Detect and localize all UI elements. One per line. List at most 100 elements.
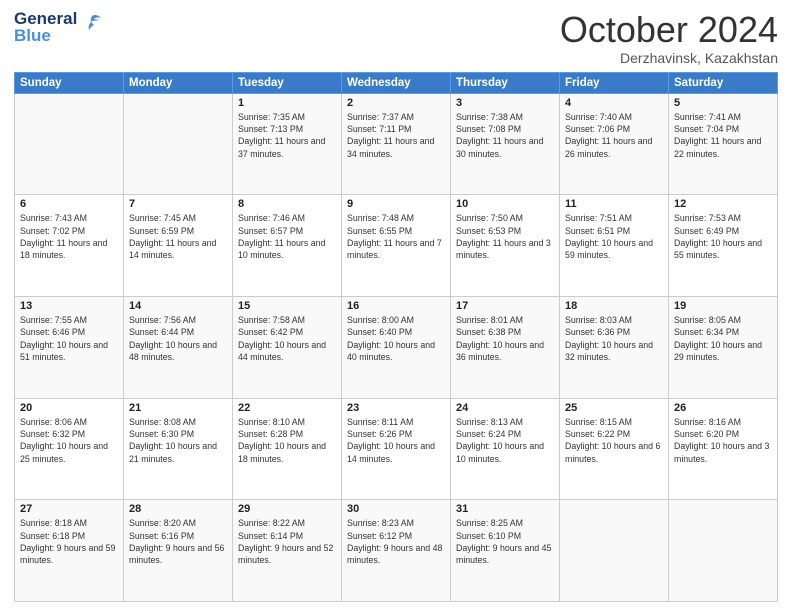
- day-info: Sunrise: 7:45 AM Sunset: 6:59 PM Dayligh…: [129, 212, 227, 261]
- page-container: General Blue October 2024 Derzhavinsk, K…: [0, 0, 792, 612]
- calendar-cell: 24 Sunrise: 8:13 AM Sunset: 6:24 PM Dayli…: [451, 398, 560, 500]
- calendar-cell: 17 Sunrise: 8:01 AM Sunset: 6:38 PM Dayli…: [451, 296, 560, 398]
- day-number: 1: [238, 97, 336, 109]
- calendar-cell: 10 Sunrise: 7:50 AM Sunset: 6:53 PM Dayli…: [451, 195, 560, 297]
- day-info: Sunrise: 8:22 AM Sunset: 6:14 PM Dayligh…: [238, 517, 336, 566]
- calendar-cell: 6Sunrise: 7:43 AM Sunset: 7:02 PM Daylig…: [15, 195, 124, 297]
- week-row-3: 13Sunrise: 7:55 AM Sunset: 6:46 PM Dayli…: [15, 296, 778, 398]
- day-number: 7: [129, 198, 227, 210]
- calendar-cell: 4 Sunrise: 7:40 AM Sunset: 7:06 PM Daylig…: [560, 93, 669, 195]
- calendar-cell: [560, 500, 669, 602]
- calendar-cell: 5Sunrise: 7:41 AM Sunset: 7:04 PM Daylig…: [669, 93, 778, 195]
- day-info: Sunrise: 8:23 AM Sunset: 6:12 PM Dayligh…: [347, 517, 445, 566]
- day-number: 12: [674, 198, 772, 210]
- day-info: Sunrise: 7:35 AM Sunset: 7:13 PM Dayligh…: [238, 111, 336, 160]
- logo-bird-icon: [81, 12, 103, 39]
- calendar-cell: 19 Sunrise: 8:05 AM Sunset: 6:34 PM Dayli…: [669, 296, 778, 398]
- calendar-table: SundayMondayTuesdayWednesdayThursdayFrid…: [14, 72, 778, 602]
- day-number: 8: [238, 198, 336, 210]
- day-number: 28: [129, 503, 227, 515]
- calendar-cell: 30 Sunrise: 8:23 AM Sunset: 6:12 PM Dayli…: [342, 500, 451, 602]
- day-info: Sunrise: 8:01 AM Sunset: 6:38 PM Dayligh…: [456, 314, 554, 363]
- day-info: Sunrise: 8:06 AM Sunset: 6:32 PM Dayligh…: [20, 416, 118, 465]
- day-info: Sunrise: 7:41 AM Sunset: 7:04 PM Dayligh…: [674, 111, 772, 160]
- day-number: 17: [456, 300, 554, 312]
- day-number: 6: [20, 198, 118, 210]
- weekday-header-saturday: Saturday: [669, 72, 778, 93]
- day-info: Sunrise: 7:40 AM Sunset: 7:06 PM Dayligh…: [565, 111, 663, 160]
- weekday-header-sunday: Sunday: [15, 72, 124, 93]
- day-number: 23: [347, 402, 445, 414]
- logo-blue: Blue: [14, 27, 77, 44]
- day-number: 24: [456, 402, 554, 414]
- calendar-cell: 16 Sunrise: 8:00 AM Sunset: 6:40 PM Dayli…: [342, 296, 451, 398]
- day-info: Sunrise: 7:46 AM Sunset: 6:57 PM Dayligh…: [238, 212, 336, 261]
- day-number: 2: [347, 97, 445, 109]
- week-row-2: 6Sunrise: 7:43 AM Sunset: 7:02 PM Daylig…: [15, 195, 778, 297]
- month-title: October 2024: [560, 10, 778, 50]
- day-number: 16: [347, 300, 445, 312]
- day-info: Sunrise: 7:56 AM Sunset: 6:44 PM Dayligh…: [129, 314, 227, 363]
- day-number: 21: [129, 402, 227, 414]
- header: General Blue October 2024 Derzhavinsk, K…: [14, 10, 778, 66]
- title-block: October 2024 Derzhavinsk, Kazakhstan: [560, 10, 778, 66]
- calendar-cell: 21 Sunrise: 8:08 AM Sunset: 6:30 PM Dayli…: [124, 398, 233, 500]
- week-row-1: 1 Sunrise: 7:35 AM Sunset: 7:13 PM Daylig…: [15, 93, 778, 195]
- day-info: Sunrise: 8:08 AM Sunset: 6:30 PM Dayligh…: [129, 416, 227, 465]
- calendar-cell: 8 Sunrise: 7:46 AM Sunset: 6:57 PM Daylig…: [233, 195, 342, 297]
- day-info: Sunrise: 8:15 AM Sunset: 6:22 PM Dayligh…: [565, 416, 663, 465]
- calendar-cell: 3 Sunrise: 7:38 AM Sunset: 7:08 PM Daylig…: [451, 93, 560, 195]
- day-info: Sunrise: 8:25 AM Sunset: 6:10 PM Dayligh…: [456, 517, 554, 566]
- calendar-cell: 28 Sunrise: 8:20 AM Sunset: 6:16 PM Dayli…: [124, 500, 233, 602]
- calendar-cell: 9Sunrise: 7:48 AM Sunset: 6:55 PM Daylig…: [342, 195, 451, 297]
- calendar-cell: 2 Sunrise: 7:37 AM Sunset: 7:11 PM Daylig…: [342, 93, 451, 195]
- day-number: 27: [20, 503, 118, 515]
- calendar-cell: 25Sunrise: 8:15 AM Sunset: 6:22 PM Dayli…: [560, 398, 669, 500]
- weekday-header-wednesday: Wednesday: [342, 72, 451, 93]
- calendar-cell: 26Sunrise: 8:16 AM Sunset: 6:20 PM Dayli…: [669, 398, 778, 500]
- week-row-5: 27 Sunrise: 8:18 AM Sunset: 6:18 PM Dayli…: [15, 500, 778, 602]
- day-number: 22: [238, 402, 336, 414]
- day-info: Sunrise: 7:48 AM Sunset: 6:55 PM Dayligh…: [347, 212, 445, 261]
- day-info: Sunrise: 8:11 AM Sunset: 6:26 PM Dayligh…: [347, 416, 445, 465]
- calendar-cell: 14Sunrise: 7:56 AM Sunset: 6:44 PM Dayli…: [124, 296, 233, 398]
- day-info: Sunrise: 8:18 AM Sunset: 6:18 PM Dayligh…: [20, 517, 118, 566]
- day-info: Sunrise: 8:10 AM Sunset: 6:28 PM Dayligh…: [238, 416, 336, 465]
- day-number: 31: [456, 503, 554, 515]
- day-info: Sunrise: 7:51 AM Sunset: 6:51 PM Dayligh…: [565, 212, 663, 261]
- weekday-header-monday: Monday: [124, 72, 233, 93]
- day-info: Sunrise: 7:38 AM Sunset: 7:08 PM Dayligh…: [456, 111, 554, 160]
- day-info: Sunrise: 7:50 AM Sunset: 6:53 PM Dayligh…: [456, 212, 554, 261]
- day-number: 19: [674, 300, 772, 312]
- calendar-cell: [124, 93, 233, 195]
- day-info: Sunrise: 7:53 AM Sunset: 6:49 PM Dayligh…: [674, 212, 772, 261]
- day-info: Sunrise: 8:20 AM Sunset: 6:16 PM Dayligh…: [129, 517, 227, 566]
- calendar-cell: 27 Sunrise: 8:18 AM Sunset: 6:18 PM Dayli…: [15, 500, 124, 602]
- day-info: Sunrise: 7:37 AM Sunset: 7:11 PM Dayligh…: [347, 111, 445, 160]
- logo: General Blue: [14, 10, 103, 44]
- calendar-cell: 31 Sunrise: 8:25 AM Sunset: 6:10 PM Dayli…: [451, 500, 560, 602]
- calendar-cell: 12 Sunrise: 7:53 AM Sunset: 6:49 PM Dayli…: [669, 195, 778, 297]
- day-number: 3: [456, 97, 554, 109]
- day-number: 30: [347, 503, 445, 515]
- calendar-cell: 18Sunrise: 8:03 AM Sunset: 6:36 PM Dayli…: [560, 296, 669, 398]
- day-info: Sunrise: 8:05 AM Sunset: 6:34 PM Dayligh…: [674, 314, 772, 363]
- day-info: Sunrise: 8:00 AM Sunset: 6:40 PM Dayligh…: [347, 314, 445, 363]
- calendar-cell: [669, 500, 778, 602]
- day-number: 4: [565, 97, 663, 109]
- logo-general: General: [14, 10, 77, 27]
- calendar-cell: 20 Sunrise: 8:06 AM Sunset: 6:32 PM Dayli…: [15, 398, 124, 500]
- calendar-cell: 11Sunrise: 7:51 AM Sunset: 6:51 PM Dayli…: [560, 195, 669, 297]
- day-info: Sunrise: 8:16 AM Sunset: 6:20 PM Dayligh…: [674, 416, 772, 465]
- day-number: 29: [238, 503, 336, 515]
- calendar-cell: 15Sunrise: 7:58 AM Sunset: 6:42 PM Dayli…: [233, 296, 342, 398]
- day-number: 10: [456, 198, 554, 210]
- location: Derzhavinsk, Kazakhstan: [560, 50, 778, 66]
- calendar-cell: 13Sunrise: 7:55 AM Sunset: 6:46 PM Dayli…: [15, 296, 124, 398]
- day-info: Sunrise: 8:13 AM Sunset: 6:24 PM Dayligh…: [456, 416, 554, 465]
- calendar-cell: 23 Sunrise: 8:11 AM Sunset: 6:26 PM Dayli…: [342, 398, 451, 500]
- weekday-header-row: SundayMondayTuesdayWednesdayThursdayFrid…: [15, 72, 778, 93]
- week-row-4: 20 Sunrise: 8:06 AM Sunset: 6:32 PM Dayli…: [15, 398, 778, 500]
- calendar-cell: 29 Sunrise: 8:22 AM Sunset: 6:14 PM Dayli…: [233, 500, 342, 602]
- day-number: 20: [20, 402, 118, 414]
